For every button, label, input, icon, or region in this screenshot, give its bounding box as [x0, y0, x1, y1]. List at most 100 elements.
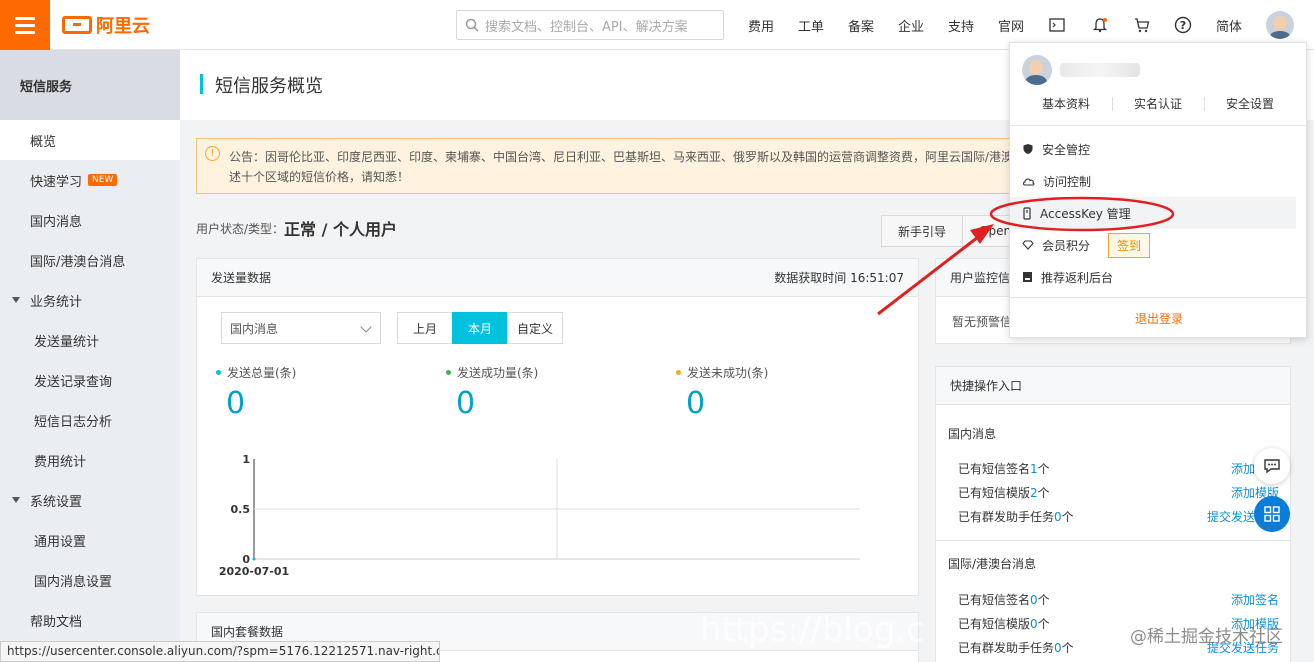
divider: [936, 540, 1290, 541]
sidebar-group-settings[interactable]: 系统设置: [0, 480, 180, 520]
menu-item-label: 安全管控: [1042, 142, 1091, 157]
send-volume-card-header: 发送量数据 数据获取时间 16:51:07: [197, 259, 918, 297]
sidebar-item-international[interactable]: 国际/港澳台消息: [0, 240, 180, 280]
y-tick-label: 1: [242, 453, 250, 466]
quick-intl-task-row: 已有群发助手任务0个: [958, 639, 1074, 656]
sidebar-item-label: 通用设置: [34, 534, 87, 550]
user-status-value: 正常 / 个人用户: [284, 220, 397, 239]
search-input[interactable]: 搜索文档、控制台、API、解决方案: [456, 10, 724, 40]
chevron-down-icon: [360, 321, 372, 333]
tab-basic-info[interactable]: 基本资料: [1042, 95, 1090, 112]
card-title: 国内套餐数据: [211, 625, 284, 639]
sidebar-item-label: 系统设置: [30, 494, 83, 510]
metric-success-label: 发送成功量(条): [446, 364, 538, 381]
sidebar-item-send-stats[interactable]: 发送量统计: [0, 320, 180, 360]
series-dot: [216, 370, 221, 375]
quick-intl-sign-row: 已有短信签名0个: [958, 591, 1050, 608]
chat-icon[interactable]: [1254, 448, 1290, 484]
row-count: 0: [1054, 510, 1062, 524]
row-unit: 个: [1037, 617, 1050, 631]
metric-label-text: 发送未成功(条): [687, 366, 769, 380]
row-count: 0: [1030, 593, 1038, 607]
sidebar-item-label: 发送记录查询: [34, 374, 113, 390]
metric-failed-value: 0: [686, 386, 706, 421]
nav-filing[interactable]: 备案: [848, 0, 874, 50]
menu-item-label: 访问控制: [1043, 174, 1092, 189]
metric-label-text: 发送总量(条): [227, 366, 297, 380]
sidebar-item-cost-stats[interactable]: 费用统计: [0, 440, 180, 480]
brand-logo[interactable]: 阿里云: [62, 12, 150, 38]
tab-this-month[interactable]: 本月: [452, 312, 508, 344]
sidebar-item-quick-learn[interactable]: 快速学习 NEW: [0, 160, 180, 200]
sidebar-item-label: 业务统计: [30, 294, 83, 310]
watermark-right: @稀土掘金技术社区: [1130, 627, 1283, 647]
add-sign-link[interactable]: 添加: [1231, 460, 1255, 477]
metric-success-value: 0: [456, 386, 476, 421]
intl-add-sign-link[interactable]: 添加签名: [1231, 591, 1279, 608]
tab-separator: [1112, 97, 1113, 111]
annotation-ellipse: [989, 196, 1175, 232]
logo-mark-icon: [62, 16, 92, 34]
watermark-left: https://blog.c: [700, 610, 925, 650]
caret-down-icon: [12, 497, 20, 503]
y-tick-label: 0.5: [231, 503, 251, 516]
sidebar-item-domestic-settings[interactable]: 国内消息设置: [0, 560, 180, 600]
sidebar-item-label: 发送量统计: [34, 334, 100, 350]
username-blurred: [1060, 63, 1140, 77]
tab-last-month[interactable]: 上月: [397, 312, 453, 344]
nav-enterprise[interactable]: 企业: [898, 0, 924, 50]
quick-intl-template-row: 已有短信模版0个: [958, 615, 1050, 632]
user-status-label: 用户状态/类型：: [196, 222, 285, 236]
sidebar-item-log-analysis[interactable]: 短信日志分析: [0, 400, 180, 440]
page-title: 短信服务概览: [215, 76, 323, 97]
row-count: 2: [1030, 486, 1038, 500]
sidebar-header: 短信服务: [0, 50, 180, 120]
apps-grid-icon[interactable]: [1254, 496, 1290, 532]
shield-icon: [1023, 144, 1033, 154]
nav-fees[interactable]: 费用: [748, 0, 774, 50]
tab-security-settings[interactable]: 安全设置: [1226, 95, 1274, 112]
tab-separator: [1204, 97, 1205, 111]
search-placeholder: 搜索文档、控制台、API、解决方案: [485, 19, 688, 35]
menu-item-security-control[interactable]: 安全管控: [1010, 133, 1296, 165]
row-unit: 个: [1037, 462, 1050, 476]
select-value: 国内消息: [230, 321, 279, 336]
submit-task-link[interactable]: 提交发送: [1207, 508, 1255, 525]
row-text: 已有短信模版: [958, 617, 1031, 631]
nav-support[interactable]: 支持: [948, 0, 974, 50]
sidebar-item-overview[interactable]: 概览: [0, 120, 180, 160]
metric-total-label: 发送总量(条): [216, 364, 296, 381]
sidebar-item-label: 国内消息: [30, 214, 83, 230]
quick-domestic-sign-row: 已有短信签名1个: [958, 460, 1050, 477]
sidebar-item-send-records[interactable]: 发送记录查询: [0, 360, 180, 400]
menu-icon[interactable]: [0, 0, 50, 50]
quick-domestic-template-row: 已有短信模版2个: [958, 484, 1050, 501]
sidebar-item-label: 帮助文档: [30, 614, 83, 630]
row-text: 已有短信签名: [958, 593, 1031, 607]
user-avatar[interactable]: [1266, 11, 1294, 39]
nav-tickets[interactable]: 工单: [798, 0, 824, 50]
sidebar-group-stats[interactable]: 业务统计: [0, 280, 180, 320]
row-count: 1: [1030, 462, 1038, 476]
row-text: 已有短信签名: [958, 462, 1031, 476]
data-point: [252, 557, 256, 561]
sidebar-item-help-docs[interactable]: 帮助文档: [0, 600, 180, 640]
metric-total-value: 0: [226, 386, 246, 421]
announcement-banner: 公告：因哥伦比亚、印度尼西亚、印度、柬埔寨、中国台湾、尼日利亚、巴基斯坦、马来西…: [196, 138, 1026, 194]
series-dot: [676, 370, 681, 375]
row-count: 0: [1030, 617, 1038, 631]
sidebar-item-label: 概览: [30, 134, 57, 150]
sidebar-item-domestic[interactable]: 国内消息: [0, 200, 180, 240]
sidebar-item-general-settings[interactable]: 通用设置: [0, 520, 180, 560]
title-accent-bar: [200, 74, 203, 94]
message-type-select[interactable]: 国内消息: [221, 312, 381, 344]
caret-down-icon: [12, 297, 20, 303]
row-text: 已有短信模版: [958, 486, 1031, 500]
card-title: 快捷操作入口: [950, 379, 1023, 393]
row-unit: 个: [1037, 486, 1050, 500]
sidebar-item-label: 短信日志分析: [34, 414, 113, 430]
divider: [1010, 125, 1308, 126]
tab-custom-range[interactable]: 自定义: [507, 312, 563, 344]
announcement-text: 公告：因哥伦比亚、印度尼西亚、印度、柬埔寨、中国台湾、尼日利亚、巴基斯坦、马来西…: [229, 150, 1013, 164]
tab-real-name-auth[interactable]: 实名认证: [1134, 95, 1182, 112]
